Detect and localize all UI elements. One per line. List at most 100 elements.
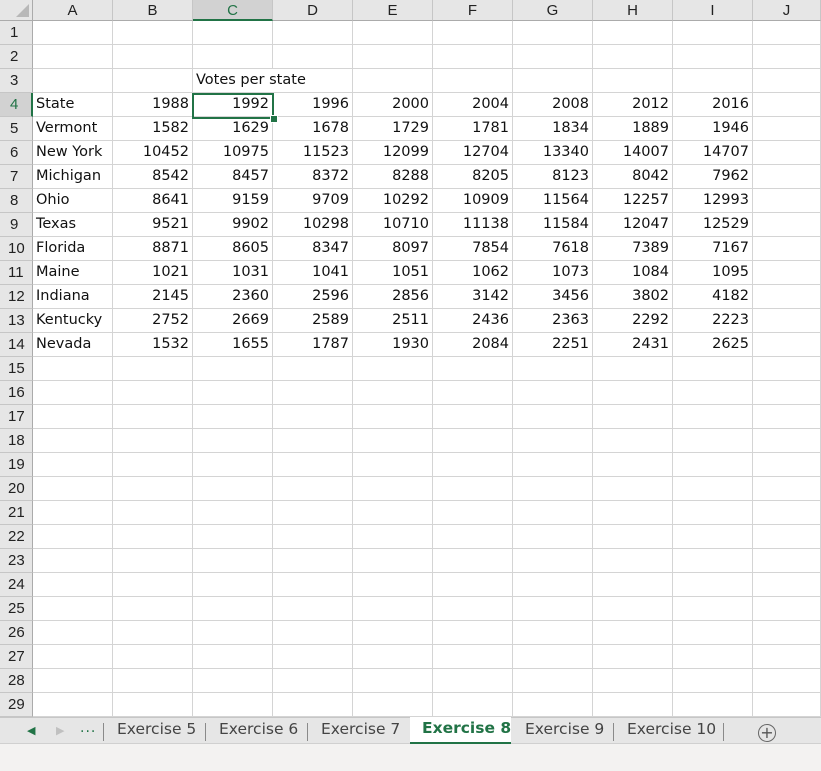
- vote-value[interactable]: 1655: [193, 333, 273, 357]
- vote-value[interactable]: 9902: [193, 213, 273, 237]
- cell[interactable]: [673, 429, 753, 453]
- cell[interactable]: [513, 621, 593, 645]
- vote-value[interactable]: 9521: [113, 213, 193, 237]
- cell[interactable]: [433, 21, 513, 45]
- vote-value[interactable]: 10975: [193, 141, 273, 165]
- cell[interactable]: [673, 573, 753, 597]
- cell[interactable]: [113, 645, 193, 669]
- cell[interactable]: [753, 621, 821, 645]
- header-year[interactable]: 1988: [113, 93, 193, 117]
- vote-value[interactable]: 1532: [113, 333, 193, 357]
- column-header-c[interactable]: C: [193, 0, 273, 21]
- vote-value[interactable]: 3456: [513, 285, 593, 309]
- vote-value[interactable]: 1582: [113, 117, 193, 141]
- vote-value[interactable]: 12529: [673, 213, 753, 237]
- cell[interactable]: [193, 501, 273, 525]
- cell[interactable]: [193, 645, 273, 669]
- cell[interactable]: [673, 597, 753, 621]
- cell[interactable]: [193, 405, 273, 429]
- cell[interactable]: [33, 525, 113, 549]
- cell[interactable]: [273, 597, 353, 621]
- cell[interactable]: [753, 477, 821, 501]
- select-all-button[interactable]: [0, 0, 33, 21]
- cell[interactable]: [673, 381, 753, 405]
- cell[interactable]: [513, 501, 593, 525]
- cell[interactable]: [753, 45, 821, 69]
- cell[interactable]: [113, 597, 193, 621]
- column-header-g[interactable]: G: [513, 0, 593, 21]
- cell[interactable]: [593, 621, 673, 645]
- cell[interactable]: [113, 621, 193, 645]
- vote-value[interactable]: 8347: [273, 237, 353, 261]
- cell[interactable]: [113, 45, 193, 69]
- cell[interactable]: [513, 645, 593, 669]
- cell[interactable]: [753, 189, 821, 213]
- vote-value[interactable]: 12704: [433, 141, 513, 165]
- vote-value[interactable]: 2856: [353, 285, 433, 309]
- cell[interactable]: [673, 357, 753, 381]
- cell[interactable]: [273, 405, 353, 429]
- cell[interactable]: [673, 525, 753, 549]
- cell[interactable]: [273, 669, 353, 693]
- cell[interactable]: [33, 21, 113, 45]
- cell[interactable]: [513, 693, 593, 717]
- cell[interactable]: [353, 429, 433, 453]
- cell[interactable]: [193, 477, 273, 501]
- cell[interactable]: [753, 213, 821, 237]
- column-header-i[interactable]: I: [673, 0, 753, 21]
- cell[interactable]: [353, 357, 433, 381]
- vote-value[interactable]: 2436: [433, 309, 513, 333]
- cell[interactable]: [593, 429, 673, 453]
- header-year[interactable]: 1996: [273, 93, 353, 117]
- vote-value[interactable]: 3802: [593, 285, 673, 309]
- vote-value[interactable]: 2251: [513, 333, 593, 357]
- cell[interactable]: [433, 645, 513, 669]
- state-name[interactable]: Texas: [33, 213, 113, 237]
- cell[interactable]: [273, 429, 353, 453]
- sheet-tab-exercise-8[interactable]: Exercise 8: [410, 717, 511, 744]
- cell[interactable]: [113, 573, 193, 597]
- cell[interactable]: [193, 21, 273, 45]
- row-header-21[interactable]: 21: [0, 501, 33, 525]
- more-sheets-button[interactable]: ...: [80, 720, 96, 736]
- vote-value[interactable]: 1041: [273, 261, 353, 285]
- cell[interactable]: [193, 357, 273, 381]
- cell[interactable]: [673, 21, 753, 45]
- cell[interactable]: [433, 429, 513, 453]
- cell[interactable]: [273, 693, 353, 717]
- cell[interactable]: [33, 549, 113, 573]
- row-header-28[interactable]: 28: [0, 669, 33, 693]
- vote-value[interactable]: 2292: [593, 309, 673, 333]
- cell[interactable]: [33, 645, 113, 669]
- vote-value[interactable]: 7167: [673, 237, 753, 261]
- vote-value[interactable]: 7389: [593, 237, 673, 261]
- cell[interactable]: [513, 381, 593, 405]
- cell[interactable]: [33, 69, 113, 93]
- vote-value[interactable]: 8042: [593, 165, 673, 189]
- vote-value[interactable]: 12047: [593, 213, 673, 237]
- vote-value[interactable]: 2752: [113, 309, 193, 333]
- cell[interactable]: [193, 621, 273, 645]
- header-year[interactable]: 2004: [433, 93, 513, 117]
- vote-value[interactable]: 8288: [353, 165, 433, 189]
- cell[interactable]: [513, 357, 593, 381]
- vote-value[interactable]: 1084: [593, 261, 673, 285]
- cell[interactable]: [193, 597, 273, 621]
- cell[interactable]: [753, 285, 821, 309]
- vote-value[interactable]: 8641: [113, 189, 193, 213]
- cell[interactable]: [433, 381, 513, 405]
- cell[interactable]: [753, 645, 821, 669]
- vote-value[interactable]: 7962: [673, 165, 753, 189]
- row-header-19[interactable]: 19: [0, 453, 33, 477]
- cell[interactable]: [353, 645, 433, 669]
- row-header-25[interactable]: 25: [0, 597, 33, 621]
- row-header-18[interactable]: 18: [0, 429, 33, 453]
- cell[interactable]: [593, 549, 673, 573]
- cell[interactable]: [593, 501, 673, 525]
- cell[interactable]: [33, 45, 113, 69]
- cell[interactable]: [113, 477, 193, 501]
- vote-value[interactable]: 11138: [433, 213, 513, 237]
- cell[interactable]: [433, 501, 513, 525]
- cell[interactable]: [673, 621, 753, 645]
- cell[interactable]: [673, 549, 753, 573]
